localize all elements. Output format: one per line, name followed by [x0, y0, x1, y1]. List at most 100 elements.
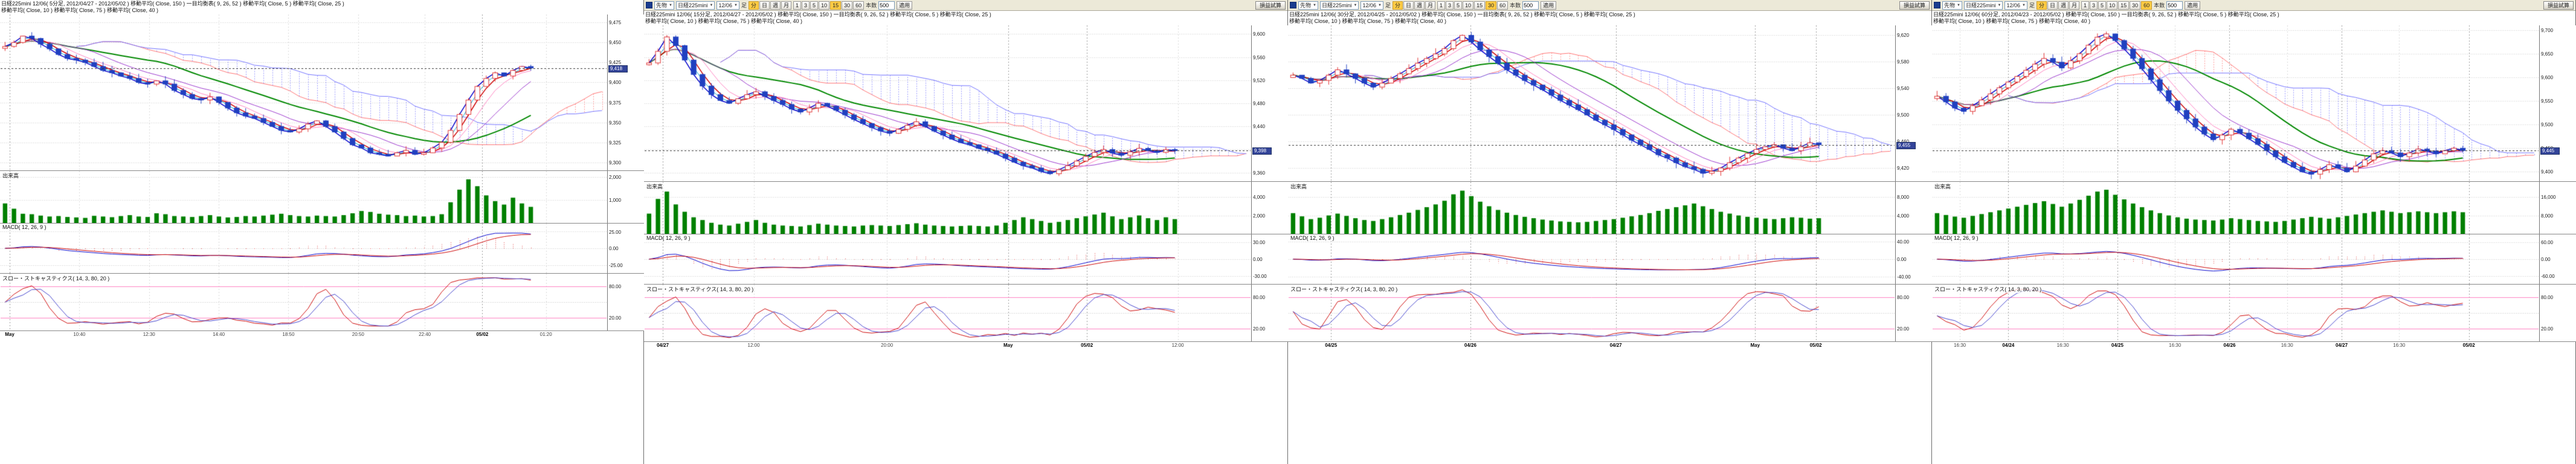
x-tick-label: May	[5, 332, 14, 337]
interval-button-3[interactable]: 3	[2090, 1, 2098, 10]
interval-button-3[interactable]: 3	[1446, 1, 1454, 10]
x-tick-label: 05/02	[476, 332, 488, 337]
interval-button-5[interactable]: 5	[1454, 1, 1462, 10]
main-chart-canvas[interactable]	[1933, 25, 2539, 181]
interval-button-5[interactable]: 5	[810, 1, 818, 10]
chevron-down-icon: ▼	[669, 4, 672, 7]
contract-dropdown[interactable]: 12/06 ▼	[1360, 1, 1383, 10]
volume-chart-canvas[interactable]	[1289, 182, 1895, 234]
interval-button-30[interactable]: 30	[2130, 1, 2140, 10]
interval-button-15[interactable]: 15	[1474, 1, 1485, 10]
macd-axis: 40.000.00-40.00	[1895, 234, 1932, 284]
y-tick-label: 0.00	[1253, 257, 1263, 262]
apply-button[interactable]: 適用	[1541, 1, 1556, 10]
volume-axis: 4,0002,000	[1251, 182, 1288, 234]
interval-button-group: 13510153060	[1437, 1, 1508, 10]
interval-button-15[interactable]: 15	[2118, 1, 2129, 10]
y-tick-label: 9,600	[2541, 75, 2553, 80]
interval-button-60[interactable]: 60	[853, 1, 864, 10]
macd-chart-canvas[interactable]	[1933, 234, 2539, 284]
interval-button-60[interactable]: 60	[2141, 1, 2152, 10]
y-tick-label: 9,480	[1253, 101, 1265, 106]
bars-count-label: 本数	[866, 1, 877, 9]
interval-button-3[interactable]: 3	[802, 1, 810, 10]
x-tick-label: 10:40	[73, 332, 85, 337]
bars-count-input[interactable]	[2166, 1, 2183, 10]
symbol-dropdown[interactable]: 日経225mini ▼	[1320, 1, 1359, 10]
stoch-chart-canvas[interactable]	[1289, 285, 1895, 341]
market-dropdown[interactable]: 先物 ▼	[1298, 1, 1318, 10]
stoch-chart-canvas[interactable]	[1, 274, 607, 330]
period-button-month[interactable]: 月	[781, 1, 791, 10]
price-chart-section: 9,7009,6509,6009,5509,5009,4509,4009,445	[1932, 25, 2576, 182]
period-button-min[interactable]: 分	[749, 1, 759, 10]
x-tick-label: May	[1751, 343, 1760, 348]
symbol-dropdown[interactable]: 日経225mini ▼	[676, 1, 715, 10]
pl-simulation-button[interactable]: 損益試算	[1255, 1, 1286, 10]
period-button-day[interactable]: 日	[2047, 1, 2058, 10]
interval-button-15[interactable]: 15	[830, 1, 841, 10]
symbol-dropdown[interactable]: 日経225mini ▼	[1964, 1, 2003, 10]
y-tick-label: 2,000	[609, 175, 621, 180]
pl-simulation-button[interactable]: 損益試算	[2543, 1, 2574, 10]
interval-button-1[interactable]: 1	[1437, 1, 1445, 10]
contract-dropdown[interactable]: 12/06 ▼	[716, 1, 739, 10]
period-button-min[interactable]: 分	[2037, 1, 2047, 10]
stoch-axis: 80.0020.00	[1895, 285, 1932, 341]
volume-chart-canvas[interactable]	[645, 182, 1251, 234]
interval-button-10[interactable]: 10	[1463, 1, 1473, 10]
period-button-month[interactable]: 月	[1425, 1, 1435, 10]
period-button-week[interactable]: 週	[1414, 1, 1425, 10]
period-button-week[interactable]: 週	[2058, 1, 2069, 10]
main-chart-canvas[interactable]	[1289, 25, 1895, 181]
macd-section: 60.000.00-60.00 MACD( 12, 26, 9 )	[1932, 234, 2576, 285]
bars-count-input[interactable]	[1522, 1, 1539, 10]
volume-chart-canvas[interactable]	[1, 171, 607, 223]
interval-button-5[interactable]: 5	[2098, 1, 2106, 10]
market-dropdown[interactable]: 先物 ▼	[1942, 1, 1962, 10]
macd-chart-canvas[interactable]	[1289, 234, 1895, 284]
period-button-min[interactable]: 分	[1393, 1, 1403, 10]
macd-chart-canvas[interactable]	[1, 224, 607, 273]
x-tick-label: 16:30	[2169, 343, 2181, 348]
interval-button-10[interactable]: 10	[2107, 1, 2117, 10]
volume-label: 出来高	[1934, 182, 1951, 190]
market-dropdown[interactable]: 先物 ▼	[654, 1, 674, 10]
y-tick-label: 20.00	[2541, 326, 2553, 332]
macd-chart-canvas[interactable]	[645, 234, 1251, 284]
interval-button-30[interactable]: 30	[842, 1, 852, 10]
x-tick-label: 04/25	[1325, 343, 1337, 348]
chart-title: 日経225mini 12/06( 15分足, 2012/04/27 - 2012…	[645, 11, 1286, 18]
volume-section: 4,0002,000 出来高	[644, 182, 1288, 234]
interval-button-group: 13510153060	[793, 1, 864, 10]
x-tick-label: May	[1003, 343, 1013, 348]
y-tick-label: 30.00	[1253, 240, 1265, 245]
contract-dropdown[interactable]: 12/06 ▼	[2004, 1, 2027, 10]
period-button-day[interactable]: 日	[1403, 1, 1414, 10]
stoch-chart-canvas[interactable]	[645, 285, 1251, 341]
symbol-dropdown-value: 日経225mini	[1322, 1, 1352, 9]
interval-button-10[interactable]: 10	[819, 1, 829, 10]
volume-chart-canvas[interactable]	[1933, 182, 2539, 234]
period-button-day[interactable]: 日	[759, 1, 770, 10]
interval-button-60[interactable]: 60	[1497, 1, 1508, 10]
y-tick-label: -25.00	[609, 263, 623, 268]
main-chart-canvas[interactable]	[1, 14, 607, 170]
stoch-chart-canvas[interactable]	[1933, 285, 2539, 341]
interval-button-1[interactable]: 1	[2081, 1, 2089, 10]
main-chart-canvas[interactable]	[645, 25, 1251, 181]
chart-panel: 先物 ▼ 日経225mini ▼ 12/06 ▼ 足 分日週月 13510153…	[644, 0, 1288, 464]
stoch-axis: 80.0020.00	[607, 274, 644, 330]
apply-button[interactable]: 適用	[2185, 1, 2200, 10]
macd-section: 40.000.00-40.00 MACD( 12, 26, 9 )	[1288, 234, 1932, 285]
apply-button[interactable]: 適用	[897, 1, 912, 10]
x-tick-label: 04/27	[2336, 343, 2348, 348]
period-button-month[interactable]: 月	[2069, 1, 2079, 10]
y-tick-label: 80.00	[1253, 295, 1265, 300]
interval-button-30[interactable]: 30	[1486, 1, 1496, 10]
interval-button-1[interactable]: 1	[793, 1, 801, 10]
period-button-week[interactable]: 週	[770, 1, 781, 10]
pl-simulation-button[interactable]: 損益試算	[1899, 1, 1930, 10]
x-tick-label: 20:00	[881, 343, 893, 348]
bars-count-input[interactable]	[878, 1, 895, 10]
